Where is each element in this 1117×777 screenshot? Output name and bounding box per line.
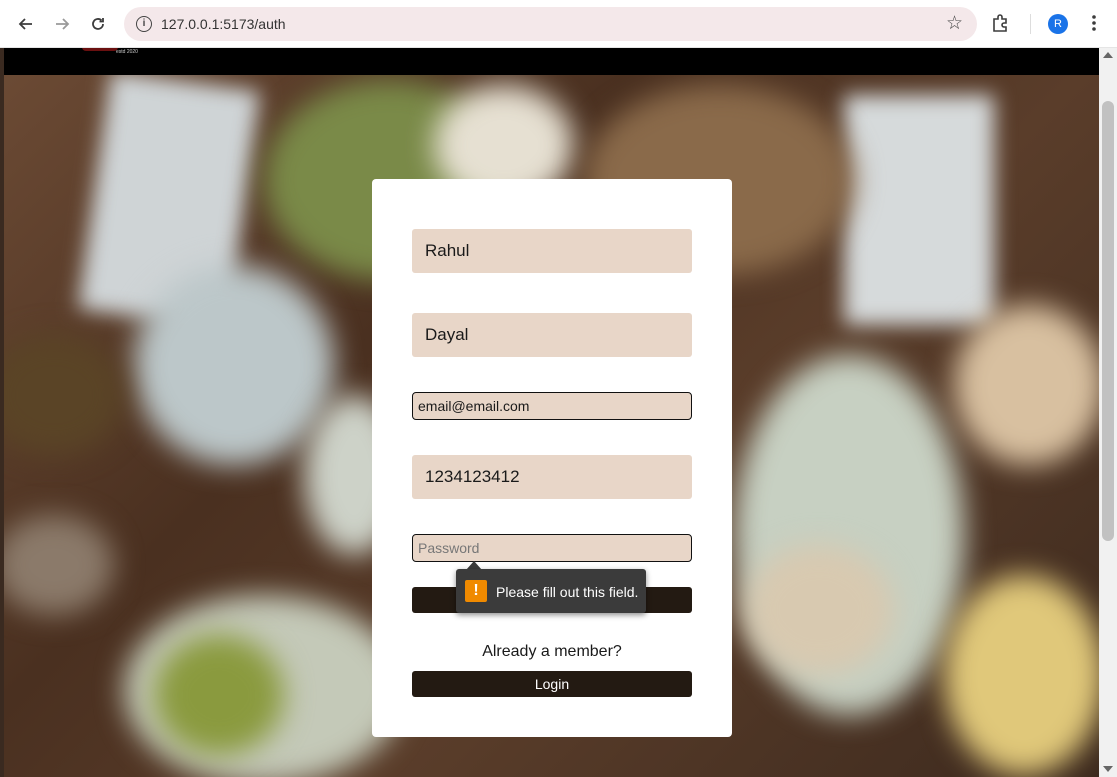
- address-bar[interactable]: i 127.0.0.1:5173/auth ☆: [124, 7, 977, 41]
- forward-arrow-icon: [56, 18, 70, 30]
- login-button[interactable]: Login: [412, 671, 692, 697]
- extensions-icon[interactable]: [990, 12, 1012, 39]
- browser-menu-icon[interactable]: [1086, 12, 1102, 39]
- browser-toolbar: i 127.0.0.1:5173/auth ☆ R: [0, 0, 1117, 48]
- email-input[interactable]: email@email.com: [412, 392, 692, 420]
- back-button[interactable]: [10, 8, 42, 40]
- bookmark-star-icon[interactable]: ☆: [946, 12, 963, 35]
- reload-button[interactable]: [82, 8, 114, 40]
- reload-icon: [92, 18, 104, 30]
- first-name-input[interactable]: Rahul: [412, 229, 692, 273]
- url-text[interactable]: 127.0.0.1:5173/auth: [161, 16, 286, 32]
- already-member-text: Already a member?: [482, 643, 622, 660]
- signup-card: Rahul Dayal email@email.com 1234123412 P…: [372, 179, 732, 737]
- site-info-icon[interactable]: i: [136, 16, 152, 32]
- phone-input[interactable]: 1234123412: [412, 455, 692, 499]
- scroll-up-icon[interactable]: [1103, 52, 1113, 58]
- site-header: estd 2020: [4, 48, 1099, 75]
- scrollbar-thumb[interactable]: [1102, 101, 1114, 541]
- profile-avatar[interactable]: R: [1048, 14, 1068, 34]
- scroll-down-icon[interactable]: [1103, 766, 1113, 772]
- back-arrow-icon: [18, 18, 32, 30]
- validation-message: Please fill out this field.: [496, 584, 639, 600]
- toolbar-divider: [1030, 14, 1031, 34]
- forward-button[interactable]: [46, 8, 78, 40]
- logo-tagline: estd 2020: [116, 49, 138, 55]
- last-name-input[interactable]: Dayal: [412, 313, 692, 357]
- site-logo[interactable]: [82, 48, 118, 51]
- password-input[interactable]: Password: [412, 534, 692, 562]
- warning-icon: !: [465, 580, 487, 602]
- validation-tooltip: ! Please fill out this field.: [456, 569, 646, 613]
